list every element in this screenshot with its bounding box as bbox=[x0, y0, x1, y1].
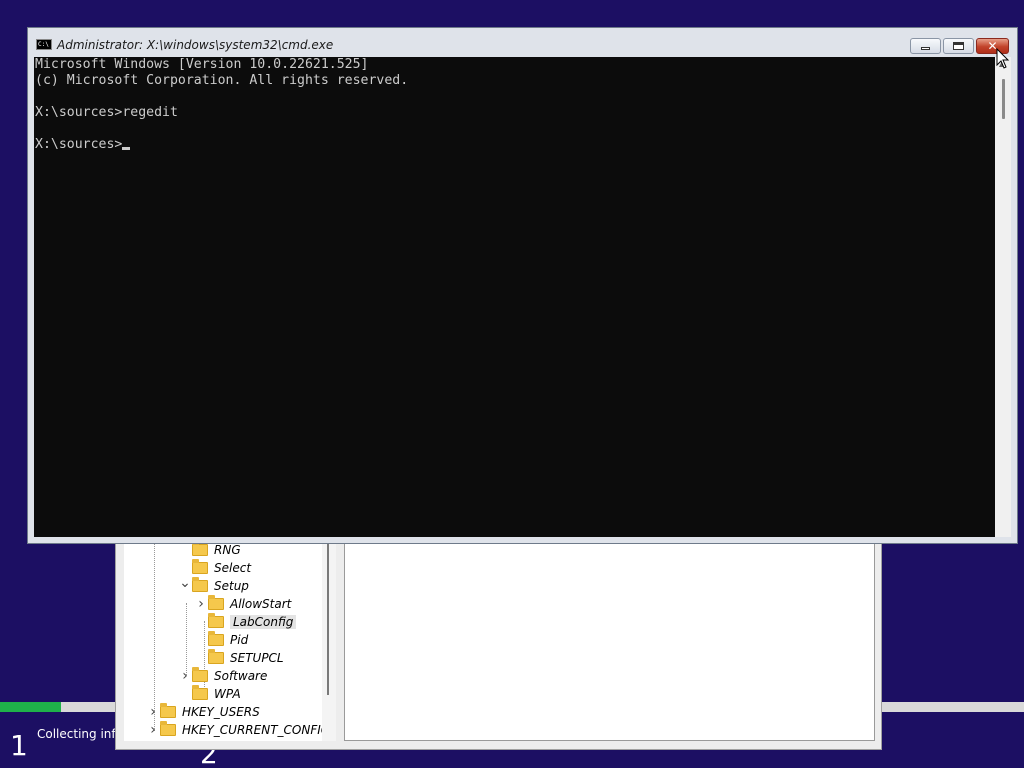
tree-item-label: Select bbox=[214, 561, 252, 575]
tree-item[interactable]: SETUPCL bbox=[194, 649, 284, 667]
tree-item[interactable]: › Software bbox=[178, 667, 267, 685]
tree-item-label: Software bbox=[214, 669, 268, 683]
tree-item-label: WPA bbox=[214, 687, 241, 701]
console-line-2: (c) Microsoft Corporation. All rights re… bbox=[35, 73, 409, 88]
chevron-down-icon[interactable]: ⌄ bbox=[178, 575, 192, 591]
command-prompt-window[interactable]: C:\ Administrator: X:\windows\system32\c… bbox=[27, 27, 1018, 544]
chevron-right-icon[interactable]: › bbox=[194, 596, 208, 612]
folder-icon bbox=[208, 631, 224, 646]
chevron-right-icon[interactable]: › bbox=[178, 668, 192, 684]
folder-icon bbox=[208, 649, 224, 664]
tree-item-label: Setup bbox=[214, 579, 249, 593]
cmd-app-icon[interactable]: C:\ bbox=[36, 39, 52, 50]
maximize-icon bbox=[953, 42, 964, 50]
tree-item[interactable]: ⌄ Setup bbox=[178, 575, 249, 595]
tree-item-label: SETUPCL bbox=[230, 651, 284, 665]
console-prompt: X:\sources> bbox=[35, 137, 123, 152]
desktop: 1 Collecting info 2 ›ResourceManagerRNGS… bbox=[0, 0, 1024, 768]
folder-icon bbox=[192, 667, 208, 682]
minimize-icon bbox=[921, 47, 930, 50]
tree-item-label: AllowStart bbox=[230, 597, 292, 611]
text-cursor bbox=[122, 147, 131, 150]
tree-item-label: Pid bbox=[230, 633, 249, 647]
maximize-button[interactable] bbox=[943, 38, 974, 54]
tree-scrollbar-thumb[interactable] bbox=[327, 535, 329, 695]
cmd-console[interactable]: Microsoft Windows [Version 10.0.22621.52… bbox=[34, 57, 995, 537]
registry-values-pane[interactable] bbox=[344, 531, 875, 741]
registry-editor-window[interactable]: ›ResourceManagerRNGSelect⌄Setup›AllowSta… bbox=[115, 520, 882, 750]
cmd-scrollbar-thumb[interactable] bbox=[1002, 79, 1005, 119]
folder-icon bbox=[192, 685, 208, 700]
console-prompt-line[interactable]: X:\sources> bbox=[35, 137, 131, 153]
tree-item-label: HKEY_USERS bbox=[182, 705, 260, 719]
tree-item[interactable]: Pid bbox=[194, 631, 248, 649]
tree-item-label: HKEY_CURRENT_CONFIG bbox=[182, 723, 322, 737]
cmd-titlebar[interactable]: C:\ Administrator: X:\windows\system32\c… bbox=[28, 28, 1017, 58]
minimize-button[interactable] bbox=[910, 38, 941, 54]
chevron-right-icon[interactable]: › bbox=[146, 722, 160, 738]
tree-item[interactable]: › HKEY_USERS bbox=[146, 703, 260, 721]
folder-icon bbox=[192, 577, 208, 592]
folder-icon bbox=[208, 595, 224, 610]
cmd-window-title: Administrator: X:\windows\system32\cmd.e… bbox=[57, 38, 334, 52]
registry-tree-pane[interactable]: ›ResourceManagerRNGSelect⌄Setup›AllowSta… bbox=[124, 531, 322, 741]
cmd-scrollbar[interactable]: ▲ bbox=[995, 57, 1011, 537]
setup-step-1-number: 1 bbox=[10, 729, 28, 762]
folder-icon bbox=[192, 541, 208, 556]
setup-step-1-label: Collecting info bbox=[37, 727, 123, 741]
console-line-1: Microsoft Windows [Version 10.0.22621.52… bbox=[35, 57, 369, 72]
chevron-right-icon[interactable]: › bbox=[146, 704, 160, 720]
tree-item[interactable]: LabConfig bbox=[194, 613, 297, 631]
tree-scrollbar[interactable] bbox=[322, 531, 336, 741]
folder-icon bbox=[192, 559, 208, 574]
tree-item[interactable]: › AllowStart bbox=[194, 595, 291, 613]
tree-item[interactable]: WPA bbox=[178, 685, 241, 703]
folder-icon bbox=[160, 703, 176, 718]
tree-item[interactable]: › HKEY_CURRENT_CONFIG bbox=[146, 721, 322, 739]
tree-item-label: LabConfig bbox=[230, 615, 297, 629]
setup-progress-fill bbox=[0, 702, 62, 712]
folder-icon bbox=[208, 613, 224, 628]
tree-item-label: RNG bbox=[214, 543, 241, 557]
folder-icon bbox=[160, 721, 176, 736]
console-line-4: X:\sources>regedit bbox=[35, 105, 178, 120]
mouse-pointer-icon bbox=[996, 48, 1010, 69]
